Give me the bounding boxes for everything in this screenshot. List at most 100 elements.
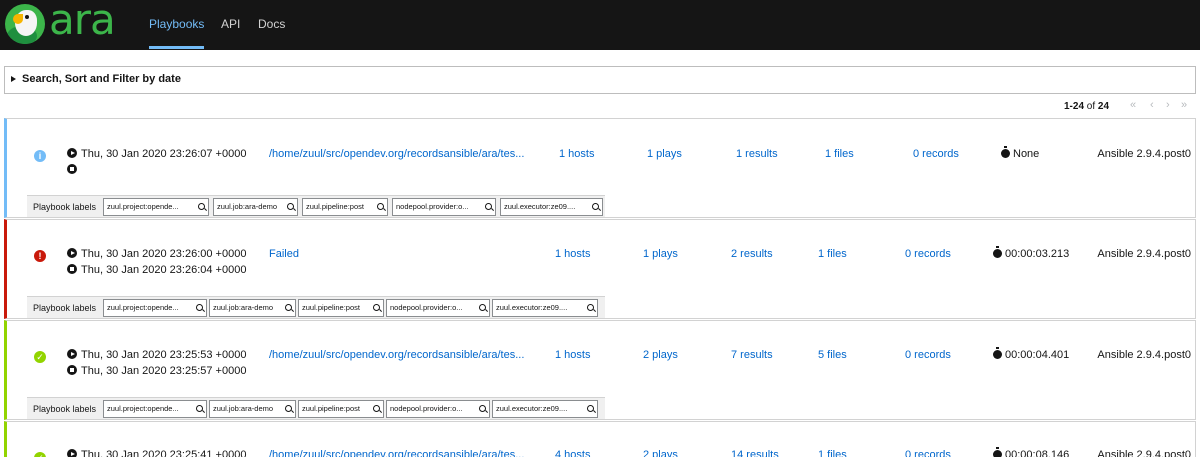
playbook-path-link[interactable]: /home/zuul/src/opendev.org/recordsansibl… xyxy=(269,349,524,361)
nav-docs[interactable]: Docs xyxy=(258,17,285,31)
stop-icon xyxy=(67,164,77,174)
info-status-icon: i xyxy=(34,150,46,162)
plays-link[interactable]: 2 plays xyxy=(643,449,678,457)
search-icon xyxy=(285,405,292,412)
label-chip[interactable]: zuul.pipeline:post xyxy=(298,400,384,418)
files-link[interactable]: 1 files xyxy=(825,148,854,160)
records-link[interactable]: 0 records xyxy=(905,349,951,361)
stop-icon xyxy=(67,365,77,375)
search-icon xyxy=(377,203,384,210)
search-icon xyxy=(198,203,205,210)
filter-title: Search, Sort and Filter by date xyxy=(22,73,181,85)
ansible-version: Ansible 2.9.4.post0 xyxy=(1097,148,1191,160)
first-page-icon[interactable]: « xyxy=(1130,99,1136,111)
playbook-path-link[interactable]: /home/zuul/src/opendev.org/recordsansibl… xyxy=(269,148,524,160)
stop-icon xyxy=(67,264,77,274)
search-sort-filter-toggle[interactable]: Search, Sort and Filter by date xyxy=(4,66,1196,94)
ansible-version: Ansible 2.9.4.post0 xyxy=(1097,349,1191,361)
labels-title: Playbook labels xyxy=(33,404,97,414)
hosts-link[interactable]: 1 hosts xyxy=(555,248,590,260)
playbook-path-link[interactable]: /home/zuul/src/opendev.org/recordsansibl… xyxy=(269,449,524,457)
hosts-link[interactable]: 1 hosts xyxy=(559,148,594,160)
records-link[interactable]: 0 records xyxy=(913,148,959,160)
label-chip[interactable]: zuul.executor:ze09.... xyxy=(492,400,598,418)
label-chip[interactable]: nodepool.provider:o... xyxy=(392,198,496,216)
duration: 00:00:04.401 xyxy=(993,347,1069,361)
label-chip[interactable]: zuul.pipeline:post xyxy=(298,299,384,317)
brand-name[interactable]: ara xyxy=(49,0,116,41)
search-icon xyxy=(592,203,599,210)
nav-playbooks[interactable]: Playbooks xyxy=(149,17,205,49)
playbook-row[interactable]: i Thu, 30 Jan 2020 23:26:07 +0000 /home/… xyxy=(4,118,1196,218)
caret-right-icon xyxy=(11,76,16,82)
play-icon xyxy=(67,449,77,457)
label-chip[interactable]: zuul.executor:ze09.... xyxy=(500,198,603,216)
label-chip[interactable]: nodepool.provider:o... xyxy=(386,400,490,418)
plays-link[interactable]: 1 plays xyxy=(643,248,678,260)
search-icon xyxy=(485,203,492,210)
ansible-version: Ansible 2.9.4.post0 xyxy=(1097,248,1191,260)
end-time: Thu, 30 Jan 2020 23:25:57 +0000 xyxy=(67,365,246,377)
pagination-total: 24 xyxy=(1097,101,1110,112)
playbook-row[interactable]: ✓ Thu, 30 Jan 2020 23:25:41 +0000 /home/… xyxy=(4,421,1196,457)
playbook-labels: Playbook labels zuul.project:opende... z… xyxy=(27,195,605,217)
duration: 00:00:03.213 xyxy=(993,246,1069,260)
labels-title: Playbook labels xyxy=(33,303,97,313)
label-chip[interactable]: zuul.job:ara-demo xyxy=(209,299,296,317)
search-icon xyxy=(287,203,294,210)
label-chip[interactable]: zuul.project:opende... xyxy=(103,299,207,317)
plays-link[interactable]: 2 plays xyxy=(643,349,678,361)
last-page-icon[interactable]: » xyxy=(1181,99,1187,111)
labels-title: Playbook labels xyxy=(33,202,97,212)
pagination-range: 1-24 xyxy=(1064,101,1085,112)
playbook-path-link[interactable]: Failed xyxy=(269,248,299,260)
plays-link[interactable]: 1 plays xyxy=(647,148,682,160)
search-icon xyxy=(479,304,486,311)
stopwatch-icon xyxy=(993,347,1002,359)
pagination-of: of xyxy=(1086,101,1096,112)
playbook-labels: Playbook labels zuul.project:opende... z… xyxy=(27,397,605,419)
files-link[interactable]: 1 files xyxy=(818,248,847,260)
records-link[interactable]: 0 records xyxy=(905,449,951,457)
label-chip[interactable]: nodepool.provider:o... xyxy=(386,299,490,317)
label-chip[interactable]: zuul.pipeline:post xyxy=(302,198,388,216)
duration: None xyxy=(1001,146,1039,160)
ara-logo-icon[interactable] xyxy=(5,4,45,44)
search-icon xyxy=(587,405,594,412)
previous-page-icon[interactable]: ‹ xyxy=(1150,99,1154,111)
label-chip[interactable]: zuul.project:opende... xyxy=(103,198,209,216)
files-link[interactable]: 5 files xyxy=(818,349,847,361)
label-chip[interactable]: zuul.executor:ze09.... xyxy=(492,299,598,317)
results-link[interactable]: 1 results xyxy=(736,148,778,160)
ansible-version: Ansible 2.9.4.post0 xyxy=(1097,449,1191,457)
start-time: Thu, 30 Jan 2020 23:25:53 +0000 xyxy=(67,349,246,361)
search-icon xyxy=(479,405,486,412)
search-icon xyxy=(373,304,380,311)
play-icon xyxy=(67,248,77,258)
results-link[interactable]: 7 results xyxy=(731,349,773,361)
playbook-row[interactable]: ✓ Thu, 30 Jan 2020 23:25:53 +0000 Thu, 3… xyxy=(4,320,1196,420)
playbook-row[interactable]: ! Thu, 30 Jan 2020 23:26:00 +0000 Thu, 3… xyxy=(4,219,1196,319)
next-page-icon[interactable]: › xyxy=(1166,99,1170,111)
search-icon xyxy=(196,304,203,311)
search-icon xyxy=(373,405,380,412)
end-time: Thu, 30 Jan 2020 23:26:04 +0000 xyxy=(67,264,246,276)
results-link[interactable]: 14 results xyxy=(731,449,779,457)
label-chip[interactable]: zuul.project:opende... xyxy=(103,400,207,418)
hosts-link[interactable]: 4 hosts xyxy=(555,449,590,457)
start-time: Thu, 30 Jan 2020 23:26:07 +0000 xyxy=(67,148,246,160)
stopwatch-icon xyxy=(1001,146,1010,158)
label-chip[interactable]: zuul.job:ara-demo xyxy=(209,400,296,418)
hosts-link[interactable]: 1 hosts xyxy=(555,349,590,361)
files-link[interactable]: 1 files xyxy=(818,449,847,457)
label-chip[interactable]: zuul.job:ara-demo xyxy=(213,198,298,216)
records-link[interactable]: 0 records xyxy=(905,248,951,260)
nav-api[interactable]: API xyxy=(221,17,240,31)
check-status-icon: ✓ xyxy=(34,351,46,363)
search-icon xyxy=(587,304,594,311)
end-time xyxy=(67,164,81,176)
playbook-labels: Playbook labels zuul.project:opende... z… xyxy=(27,296,605,318)
results-link[interactable]: 2 results xyxy=(731,248,773,260)
stopwatch-icon xyxy=(993,246,1002,258)
search-icon xyxy=(285,304,292,311)
